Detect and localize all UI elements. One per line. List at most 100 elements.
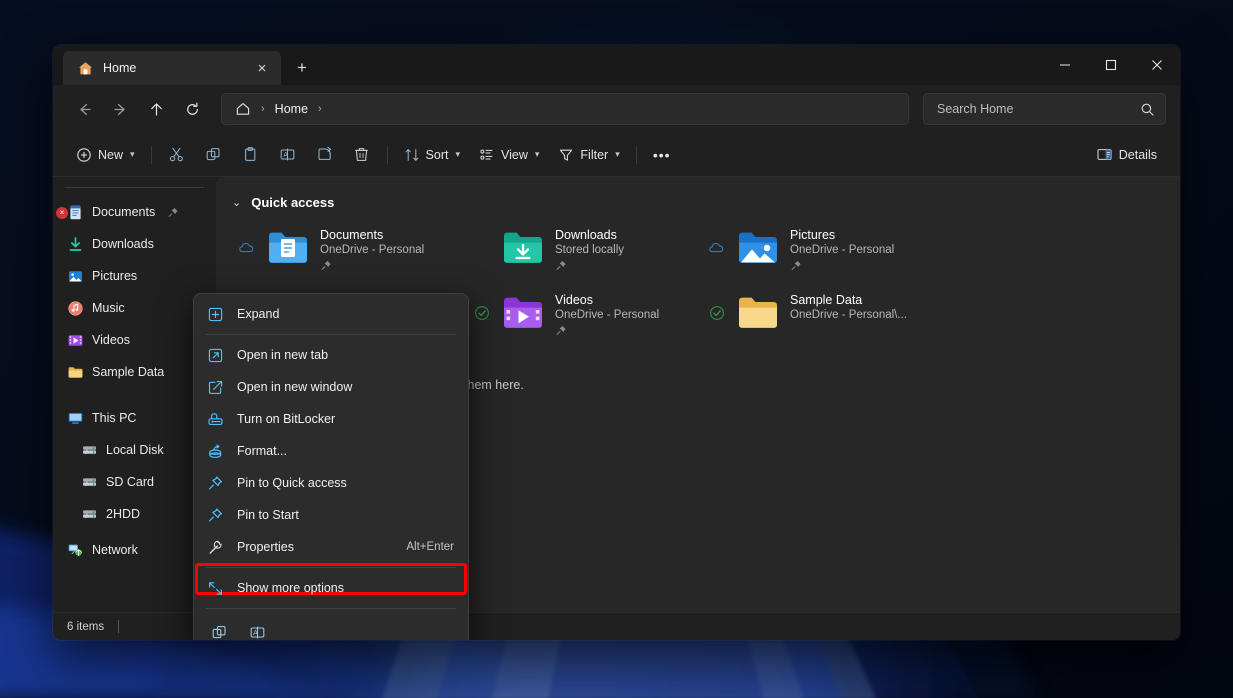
quick-access-name: Downloads: [555, 228, 692, 242]
copy-button[interactable]: [196, 139, 232, 171]
search-input[interactable]: [937, 102, 1140, 116]
quick-access-text: DownloadsStored locally: [555, 227, 692, 272]
view-button[interactable]: View ▾: [470, 139, 548, 171]
open-new-tab-icon: [207, 347, 224, 364]
up-button[interactable]: [139, 93, 173, 125]
rename-button[interactable]: A: [270, 139, 306, 171]
context-menu-item-show-more-options[interactable]: Show more options: [198, 572, 464, 604]
sidebar-item-label: SD Card: [106, 475, 154, 489]
context-menu-item-expand[interactable]: Expand: [198, 298, 464, 330]
status-placeholder: [473, 227, 491, 239]
quick-access-text: Sample DataOneDrive - Personal\...: [790, 292, 927, 321]
breadcrumb[interactable]: › Home ›: [221, 93, 909, 125]
context-menu-item-label: Open in new window: [237, 380, 454, 394]
plus-circle-icon: [76, 147, 92, 163]
filter-button-label: Filter: [580, 148, 608, 162]
breadcrumb-home-icon[interactable]: [232, 98, 254, 120]
context-menu-rename-button[interactable]: A: [240, 616, 274, 640]
filter-icon: [558, 147, 574, 163]
sidebar-item-sd-card[interactable]: ›SD Card: [59, 466, 210, 498]
quick-access-group-header[interactable]: ⌄ Quick access: [216, 191, 1180, 214]
sidebar-item-pictures[interactable]: Pictures: [59, 260, 210, 292]
pin-icon: [207, 507, 224, 524]
share-button[interactable]: [307, 139, 343, 171]
window-controls: [1042, 45, 1180, 85]
sidebar-item-music[interactable]: Music: [59, 292, 210, 324]
context-menu-item-wrapper: Pin to Start: [198, 499, 464, 531]
folder-icon: [67, 364, 84, 381]
chevron-down-icon: ▾: [535, 149, 540, 160]
sidebar-item-this-pc[interactable]: ▾This PC: [59, 402, 210, 434]
quick-access-item[interactable]: VideosOneDrive - Personal: [465, 285, 700, 344]
navigation-sidebar[interactable]: ×Documents Downloads Pictures Music VideosSa…: [53, 177, 216, 612]
context-menu[interactable]: Expand Open in new tab Open in new window T…: [193, 293, 469, 640]
chevron-down-icon[interactable]: ⌄: [232, 196, 241, 209]
cut-button[interactable]: [159, 139, 195, 171]
copy-icon: [205, 146, 222, 163]
quick-access-subtitle: OneDrive - Personal: [790, 244, 927, 256]
search-icon[interactable]: [1140, 102, 1155, 117]
sidebar-item-documents[interactable]: ×Documents: [59, 196, 210, 228]
tab-home[interactable]: Home ×: [63, 51, 281, 85]
sidebar-item-downloads[interactable]: Downloads: [59, 228, 210, 260]
forward-button[interactable]: [103, 93, 137, 125]
bitlocker-icon: [207, 411, 224, 428]
more-options-button[interactable]: •••: [644, 139, 680, 171]
new-button[interactable]: New ▾: [67, 139, 144, 171]
context-menu-item-wrapper: Show more options: [198, 572, 464, 604]
videos-icon: [67, 332, 84, 349]
quick-access-name: Sample Data: [790, 293, 927, 307]
command-separator-3: [636, 146, 637, 164]
delete-icon: [353, 146, 370, 163]
paste-button[interactable]: [233, 139, 269, 171]
context-menu-copy-button[interactable]: [202, 616, 236, 640]
quick-access-item[interactable]: DocumentsOneDrive - Personal: [230, 220, 465, 279]
context-menu-item-open-in-new-tab[interactable]: Open in new tab: [198, 339, 464, 371]
tab-title: Home: [103, 61, 240, 75]
minimize-button[interactable]: [1042, 45, 1088, 85]
sidebar-item-label: Music: [92, 301, 125, 315]
filter-button[interactable]: Filter ▾: [549, 139, 628, 171]
sidebar-item-label: Downloads: [92, 237, 154, 251]
delete-button[interactable]: [344, 139, 380, 171]
context-menu-item-open-in-new-window[interactable]: Open in new window: [198, 371, 464, 403]
context-menu-item-pin-to-start[interactable]: Pin to Start: [198, 499, 464, 531]
sync-error-badge: ×: [56, 207, 68, 219]
sidebar-item-videos[interactable]: Videos: [59, 324, 210, 356]
sidebar-item-sample-data[interactable]: Sample Data: [59, 356, 210, 388]
sort-button-label: Sort: [426, 148, 449, 162]
context-menu-item-format[interactable]: Format...: [198, 435, 464, 467]
sidebar-item-2hdd[interactable]: ›2HDD: [59, 498, 210, 530]
context-menu-icon-row: A: [198, 613, 464, 640]
refresh-button[interactable]: [175, 93, 209, 125]
context-menu-item-label: Format...: [237, 444, 454, 458]
videos-folder-icon: [502, 294, 544, 332]
view-button-label: View: [501, 148, 528, 162]
svg-text:A: A: [283, 152, 288, 159]
close-tab-button[interactable]: ×: [249, 56, 275, 80]
breadcrumb-separator-1: ›: [258, 103, 268, 115]
new-tab-button[interactable]: +: [287, 53, 317, 83]
maximize-button[interactable]: [1088, 45, 1134, 85]
cloud-icon: [238, 227, 256, 257]
quick-access-item[interactable]: DownloadsStored locally: [465, 220, 700, 279]
sidebar-item-network[interactable]: ›Network: [59, 534, 210, 566]
context-menu-item-properties[interactable]: PropertiesAlt+Enter: [198, 531, 464, 563]
quick-access-item[interactable]: PicturesOneDrive - Personal: [700, 220, 935, 279]
breadcrumb-separator-2[interactable]: ›: [315, 103, 325, 115]
sidebar-item-local-disk[interactable]: ›Local Disk: [59, 434, 210, 466]
breadcrumb-current[interactable]: Home: [272, 102, 311, 116]
context-menu-item-turn-on-bitlocker[interactable]: Turn on BitLocker: [198, 403, 464, 435]
quick-access-item[interactable]: Sample DataOneDrive - Personal\...: [700, 285, 935, 344]
sort-button[interactable]: Sort ▾: [395, 139, 469, 171]
context-menu-item-wrapper: PropertiesAlt+Enter: [198, 531, 464, 563]
close-window-button[interactable]: [1134, 45, 1180, 85]
show-more-icon: [207, 580, 224, 597]
documents-folder-icon: [267, 229, 309, 267]
details-pane-button[interactable]: Details: [1087, 139, 1166, 171]
search-box[interactable]: [923, 93, 1166, 125]
back-button[interactable]: [67, 93, 101, 125]
command-separator-1: [151, 146, 152, 164]
music-icon: [67, 300, 84, 317]
context-menu-item-pin-to-quick-access[interactable]: Pin to Quick access: [198, 467, 464, 499]
